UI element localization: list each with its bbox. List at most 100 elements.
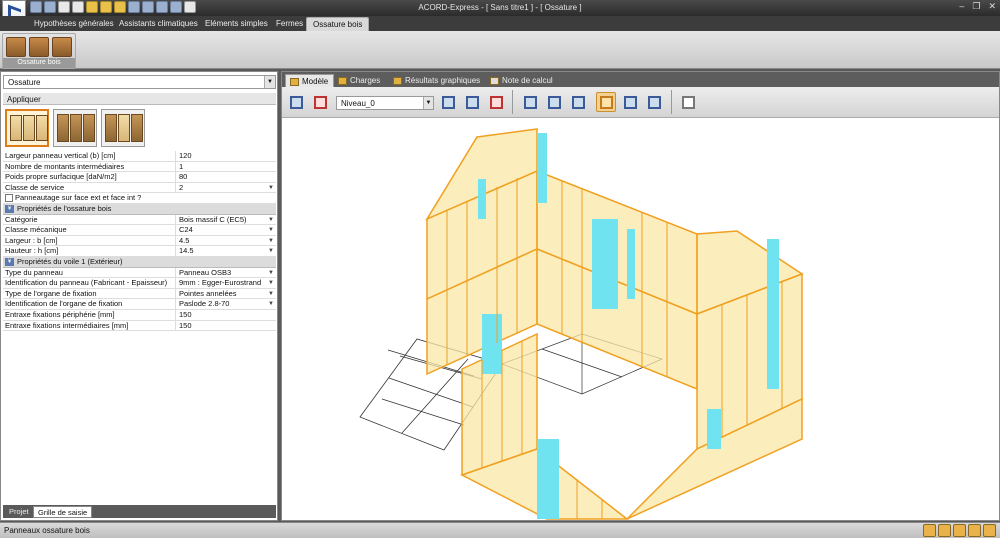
preset-light-panel[interactable] xyxy=(5,109,49,147)
export-icon[interactable] xyxy=(968,524,981,537)
toolbar-separator xyxy=(512,90,513,114)
layout-icon[interactable] xyxy=(983,524,996,537)
view-panel: Modèle Charges Résultats graphiques Note… xyxy=(281,71,1000,521)
element-type-value: Ossature xyxy=(8,78,41,87)
collapse-icon[interactable]: ¥ xyxy=(5,257,14,266)
ribbon-group-ossature: Ossature bois xyxy=(2,33,76,69)
status-text: Panneaux ossature bois xyxy=(4,526,90,535)
minimize-button[interactable]: – xyxy=(959,1,964,12)
app-window: ACORD-Express - [ Sans titre1 ] - [ Ossa… xyxy=(0,0,1000,538)
prop-row: Nombre de montants intermédiaires 1 xyxy=(3,161,276,173)
wall-panel-icon[interactable] xyxy=(6,37,26,57)
prop-row: Hauteur : h [cm] 14.5 ▼ xyxy=(3,246,276,257)
prop-row: Identification de l'organe de fixation Pa… xyxy=(3,299,276,310)
level-value: Niveau_0 xyxy=(341,99,375,108)
chevron-down-icon[interactable]: ▼ xyxy=(264,76,275,88)
tab-elements[interactable]: Eléments simples xyxy=(199,17,274,31)
restore-button[interactable]: ❐ xyxy=(972,1,980,12)
delete-wall-icon[interactable] xyxy=(486,92,506,112)
slope-icon[interactable] xyxy=(568,92,588,112)
view-mode-icon[interactable] xyxy=(938,524,951,537)
chevron-down-icon[interactable]: ▼ xyxy=(268,289,274,299)
prop-row: Catégorie Bois massif C (EC5) ▼ xyxy=(3,214,276,226)
tab-assistants[interactable]: Assistants climatiques xyxy=(113,17,204,31)
door xyxy=(592,219,618,309)
window xyxy=(627,229,635,299)
window-controls: – ❐ ✕ xyxy=(959,1,996,12)
section-ossature[interactable]: ¥ Propriétés de l'ossature bois xyxy=(3,203,276,215)
window xyxy=(767,239,779,389)
roof-panel-icon[interactable] xyxy=(52,37,72,57)
chevron-down-icon[interactable]: ▼ xyxy=(268,299,274,309)
view-mode-icon[interactable] xyxy=(953,524,966,537)
close-button[interactable]: ✕ xyxy=(988,1,996,12)
copy-wall-icon[interactable] xyxy=(462,92,482,112)
prop-row: Classe de service 2 ▼ xyxy=(3,182,276,194)
element-type-select[interactable]: Ossature ▼ xyxy=(3,75,276,89)
prop-row: Entraxe fixations intermédiaires [mm] 150 xyxy=(3,320,276,332)
property-grid: Largeur panneau vertical (b) [cm] 120 Nom… xyxy=(3,151,276,332)
window xyxy=(707,409,721,449)
panel-presets xyxy=(3,107,276,149)
panneautage-checkbox[interactable]: Panneautage sur face ext et face int ? xyxy=(3,193,276,204)
collapse-icon[interactable]: ¥ xyxy=(5,204,14,213)
screen-icon[interactable] xyxy=(286,92,306,112)
house-panel-icon[interactable] xyxy=(29,37,49,57)
frame-icon[interactable] xyxy=(644,92,664,112)
tab-charges[interactable]: Charges xyxy=(334,74,385,87)
panel-view-icon[interactable] xyxy=(596,92,616,112)
tab-resultats[interactable]: Résultats graphiques xyxy=(389,74,485,87)
prop-row: Type de l'organe de fixation Pointes anne… xyxy=(3,288,276,300)
tab-hypotheses[interactable]: Hypothèses générales xyxy=(28,17,120,31)
document-icon xyxy=(490,77,499,85)
chevron-down-icon[interactable]: ▼ xyxy=(268,246,274,256)
window-title: ACORD-Express - [ Sans titre1 ] - [ Ossa… xyxy=(418,3,582,12)
tab-modele[interactable]: Modèle xyxy=(285,74,335,87)
split-panel-icon[interactable] xyxy=(620,92,640,112)
toolbar-separator xyxy=(671,90,672,114)
insert-level-icon[interactable] xyxy=(310,92,330,112)
tab-projet[interactable]: Projet xyxy=(5,506,33,518)
left-panel-tabs: Projet Grille de saisie xyxy=(3,505,276,518)
tab-fermes[interactable]: Fermes xyxy=(270,17,309,31)
status-bar: Panneaux ossature bois xyxy=(0,522,1000,538)
chevron-down-icon[interactable]: ▼ xyxy=(423,97,433,109)
properties-panel: Ossature ▼ Appliquer Largeur panneau ver… xyxy=(0,71,278,521)
chevron-down-icon[interactable]: ▼ xyxy=(268,268,274,278)
checkbox-icon[interactable] xyxy=(5,194,13,203)
chevron-down-icon[interactable]: ▼ xyxy=(268,278,274,288)
chevron-down-icon[interactable]: ▼ xyxy=(268,215,274,225)
apply-button[interactable]: Appliquer xyxy=(3,93,276,105)
grid-icon[interactable] xyxy=(678,92,698,112)
chevron-down-icon[interactable]: ▼ xyxy=(268,236,274,246)
prop-row: Type du panneau Panneau OSB3 ▼ xyxy=(3,267,276,279)
prop-row: Poids propre surfacique [daN/m2] 80 xyxy=(3,172,276,183)
prop-row: Entraxe fixations périphérie [mm] 150 xyxy=(3,309,276,321)
section-voile[interactable]: ¥ Propriétés du voile 1 (Extérieur) xyxy=(3,256,276,268)
status-icons xyxy=(923,524,996,537)
prop-row: Largeur : b [cm] 4.5 ▼ xyxy=(3,235,276,247)
tab-ossature-bois[interactable]: Ossature bois xyxy=(306,17,370,31)
chevron-down-icon[interactable]: ▼ xyxy=(268,183,274,193)
preset-osb-panel[interactable] xyxy=(53,109,97,147)
ribbon-group-label: Ossature bois xyxy=(3,58,75,68)
preset-mixed-panel[interactable] xyxy=(101,109,145,147)
wall-outline-icon[interactable] xyxy=(544,92,564,112)
3d-viewport[interactable] xyxy=(282,119,999,520)
prop-row: Largeur panneau vertical (b) [cm] 120 xyxy=(3,151,276,162)
tab-grille-saisie[interactable]: Grille de saisie xyxy=(33,506,93,518)
add-wall-icon[interactable] xyxy=(438,92,458,112)
ribbon-panel: Ossature bois xyxy=(0,31,1000,69)
chevron-down-icon[interactable]: ▼ xyxy=(268,225,274,235)
wall-view-icon[interactable] xyxy=(520,92,540,112)
results-icon xyxy=(393,77,402,85)
view-tabs: Modèle Charges Résultats graphiques Note… xyxy=(282,72,999,87)
ribbon-tabs: Hypothèses générales Assistants climatiq… xyxy=(0,16,1000,31)
prop-row: Classe mécanique C24 ▼ xyxy=(3,225,276,236)
level-select[interactable]: Niveau_0 ▼ xyxy=(336,96,434,110)
view-mode-icon[interactable] xyxy=(923,524,936,537)
view-toolbar: Niveau_0 ▼ xyxy=(282,87,999,118)
house-model xyxy=(359,128,804,520)
tab-note-calcul[interactable]: Note de calcul xyxy=(486,74,558,87)
title-bar: ACORD-Express - [ Sans titre1 ] - [ Ossa… xyxy=(0,0,1000,34)
